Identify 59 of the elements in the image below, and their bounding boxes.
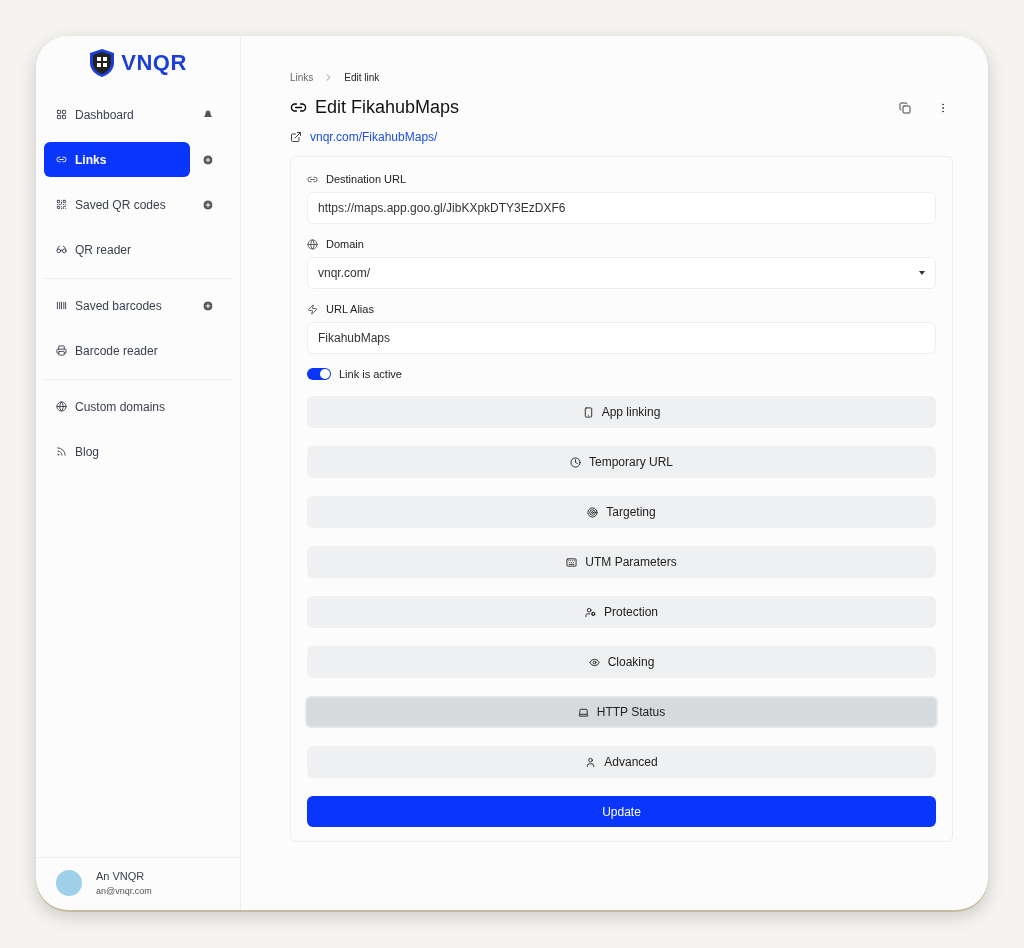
add-icon[interactable] xyxy=(202,198,214,211)
sidebar-item[interactable]: QR reader xyxy=(44,232,190,267)
breadcrumb-item[interactable]: Links xyxy=(290,72,314,83)
user-name: An VNQR xyxy=(96,870,146,882)
label-icon xyxy=(307,303,318,315)
field-label: Destination URL xyxy=(326,173,407,185)
section-icon xyxy=(585,756,597,768)
field-label: URL Alias xyxy=(326,303,374,315)
sidebar-item[interactable]: Custom domains xyxy=(44,389,190,424)
add-icon[interactable] xyxy=(202,299,214,312)
input-field[interactable]: FikahubMaps xyxy=(307,322,936,354)
update-button[interactable]: Update xyxy=(307,796,936,827)
user-email: an@vnqr.com xyxy=(96,886,152,896)
page-title: Edit FikahubMaps xyxy=(315,97,461,118)
shield-logo-icon xyxy=(89,48,116,78)
breadcrumb-item: Edit link xyxy=(344,72,380,83)
section-button[interactable]: HTTP Status xyxy=(305,696,938,728)
input-field[interactable]: https://maps.app.goo.gl/JibKXpkDTY3EzDXF6 xyxy=(307,192,936,224)
toggle-switch[interactable] xyxy=(307,368,331,380)
section-icon xyxy=(585,606,596,618)
section-icon xyxy=(566,556,578,568)
sidebar-item[interactable]: Barcode reader xyxy=(44,333,190,368)
sidebar-item[interactable]: Blog xyxy=(44,434,190,469)
avatar xyxy=(56,870,82,896)
nav-icon xyxy=(56,446,67,457)
section-icon xyxy=(588,656,600,668)
sidebar-item[interactable]: Saved QR codes xyxy=(44,187,190,222)
sidebar-item[interactable]: Saved barcodes xyxy=(44,288,190,323)
external-link-icon xyxy=(290,131,302,143)
section-button[interactable]: UTM Parameters xyxy=(307,546,936,578)
caret-icon xyxy=(919,271,925,275)
field-label: Domain xyxy=(326,238,364,250)
section-button[interactable]: Targeting xyxy=(307,496,936,528)
section-button[interactable]: Temporary URL xyxy=(307,446,936,478)
nav-icon xyxy=(56,109,67,120)
nav-icon xyxy=(56,345,67,356)
nav-icon xyxy=(56,199,67,210)
section-icon xyxy=(570,456,581,468)
select-field[interactable]: vnqr.com/ xyxy=(307,257,936,289)
section-button[interactable]: Advanced xyxy=(307,746,936,778)
bell-icon[interactable] xyxy=(202,108,214,121)
brand-name: VNQR xyxy=(121,50,187,76)
nav-icon xyxy=(56,300,67,311)
section-button[interactable]: Cloaking xyxy=(307,646,936,678)
add-icon[interactable] xyxy=(202,153,214,166)
section-button[interactable]: App linking xyxy=(307,396,936,428)
section-button[interactable]: Protection xyxy=(307,596,936,628)
nav-icon xyxy=(56,154,67,165)
sidebar-item[interactable]: Links xyxy=(44,142,190,177)
nav-icon xyxy=(56,244,67,255)
section-icon xyxy=(577,706,589,718)
label-icon xyxy=(307,238,318,250)
nav-icon xyxy=(56,401,67,412)
copy-icon xyxy=(899,101,911,114)
section-icon xyxy=(582,406,594,418)
short-link[interactable]: vnqr.com/FikahubMaps/ xyxy=(310,130,438,144)
section-icon xyxy=(587,506,599,518)
toggle-label: Link is active xyxy=(339,368,402,380)
sidebar-item[interactable]: Dashboard xyxy=(44,97,190,132)
